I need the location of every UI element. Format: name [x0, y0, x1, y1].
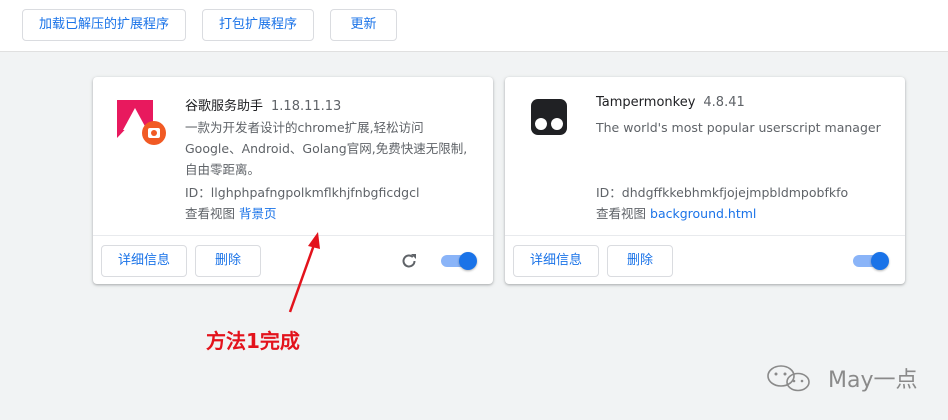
extension-description: 一款为开发者设计的chrome扩展,轻松访问 Google、Android、Go… [185, 117, 467, 180]
extension-name: Tampermonkey 4.8.41 [596, 95, 745, 110]
card-divider [505, 235, 905, 236]
enable-toggle[interactable] [441, 252, 477, 270]
extension-version: 4.8.41 [703, 95, 745, 110]
extension-card-tampermonkey: Tampermonkey 4.8.41 The world's most popu… [505, 77, 905, 284]
extension-name-text: 谷歌服务助手 [185, 99, 264, 114]
description-line: 一款为开发者设计的chrome扩展,轻松访问 [185, 120, 424, 135]
extension-id: ID：dhdgffkkebhmkfjojejmpbldmpobfkfo [596, 185, 849, 200]
description-line: The world's most popular userscript mana… [596, 120, 881, 135]
details-button[interactable]: 详细信息 [101, 245, 187, 277]
google-helper-logo-icon [117, 100, 166, 145]
extension-name-text: Tampermonkey [596, 95, 696, 110]
update-button[interactable]: 更新 [330, 9, 397, 41]
extension-id: ID：llghphpafngpolkmflkhjfnbgficdgcl [185, 185, 420, 200]
tampermonkey-logo-icon [531, 99, 567, 135]
inspect-views-label: 查看视图 [596, 206, 647, 221]
extension-name: 谷歌服务助手 1.18.11.13 [185, 95, 341, 114]
load-unpacked-button[interactable]: 加载已解压的扩展程序 [22, 9, 186, 41]
description-line: 自由零距离。 [185, 162, 261, 177]
toggle-knob [871, 252, 889, 270]
inspect-views: 查看视图 background.html [596, 203, 756, 222]
watermark-text: May一点 [828, 368, 918, 393]
inspect-views: 查看视图 背景页 [185, 203, 277, 222]
toggle-knob [459, 252, 477, 270]
watermark: May一点 [764, 362, 917, 394]
background-page-link[interactable]: background.html [650, 206, 756, 221]
annotation-text: 方法1完成 [206, 329, 300, 353]
remove-button[interactable]: 删除 [195, 245, 261, 277]
annotation-arrow [288, 232, 320, 313]
remove-button[interactable]: 删除 [607, 245, 673, 277]
pack-extension-button[interactable]: 打包扩展程序 [202, 9, 314, 41]
enable-toggle[interactable] [853, 252, 889, 270]
extension-version: 1.18.11.13 [271, 99, 342, 114]
extension-description: The world's most popular userscript mana… [596, 117, 881, 138]
background-page-link[interactable]: 背景页 [239, 206, 277, 221]
wechat-icon [767, 365, 810, 392]
toolbar: 加载已解压的扩展程序 打包扩展程序 更新 [0, 0, 948, 52]
description-line: Google、Android、Golang官网,免费快速无限制, [185, 141, 468, 156]
inspect-views-label: 查看视图 [185, 206, 236, 221]
details-button[interactable]: 详细信息 [513, 245, 599, 277]
reload-icon[interactable] [399, 251, 419, 271]
